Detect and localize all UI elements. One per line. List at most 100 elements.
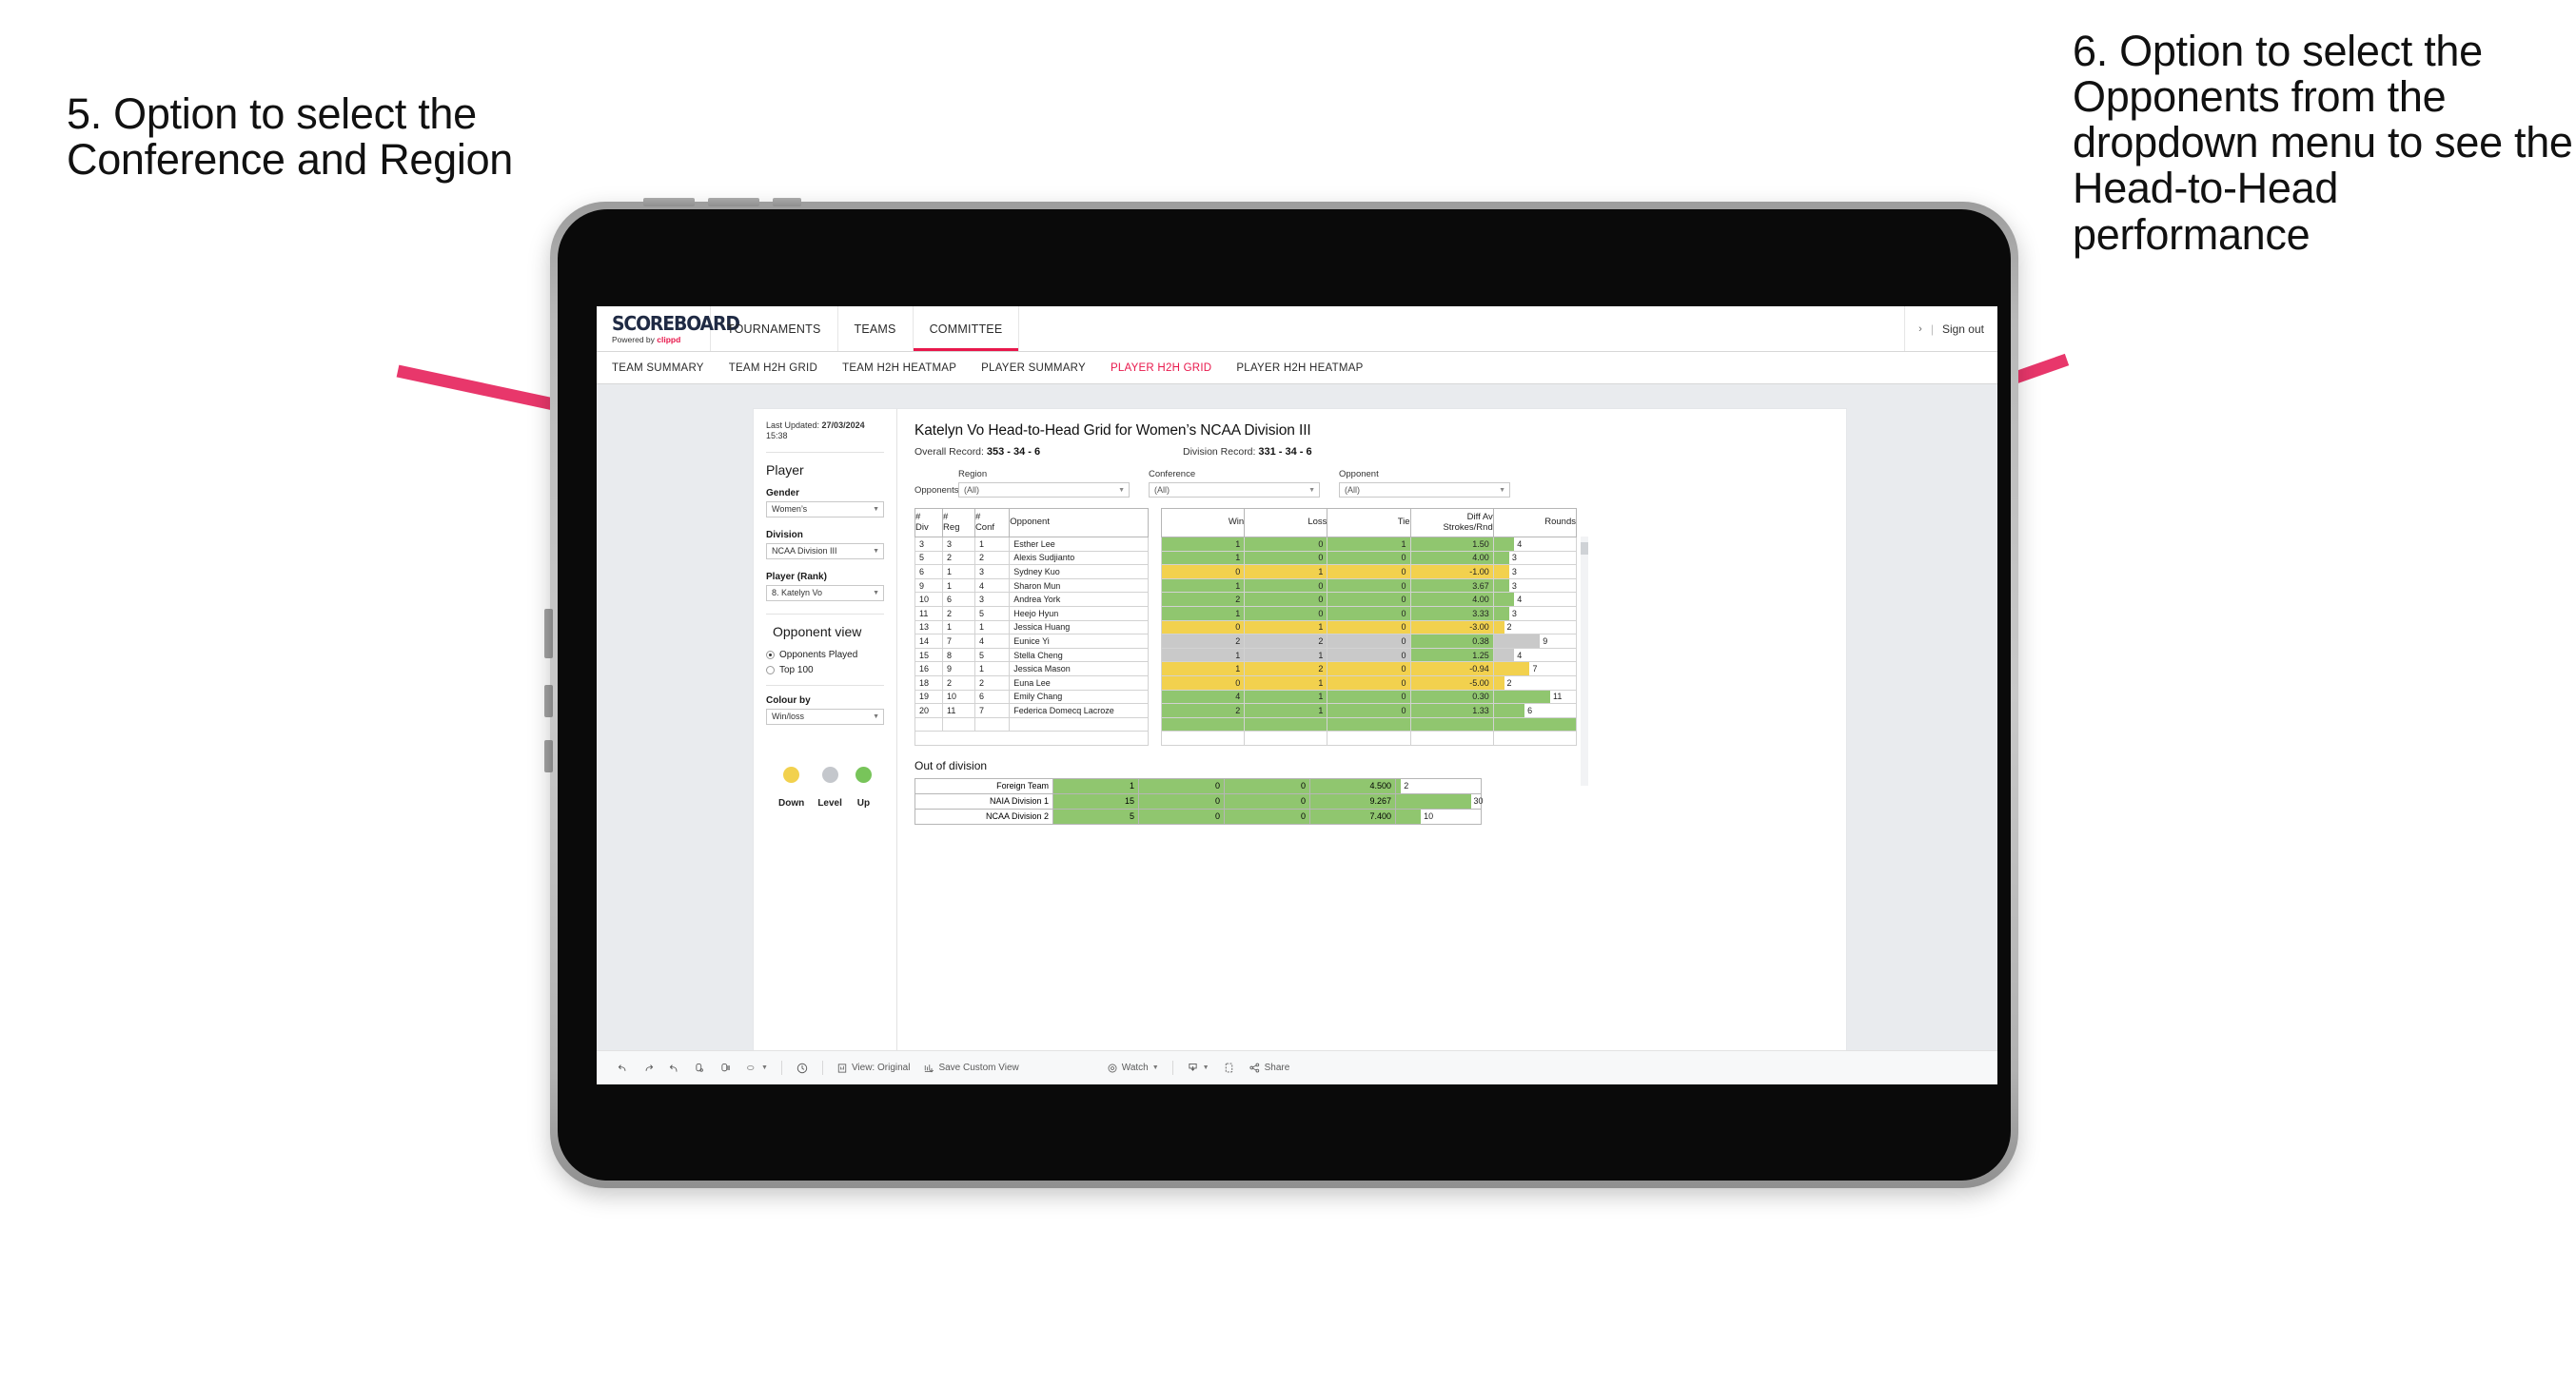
filter-region-select[interactable]: (All) ▼: [958, 482, 1130, 498]
watch-button[interactable]: Watch ▼: [1100, 1063, 1166, 1074]
sign-out-link[interactable]: Sign out: [1942, 322, 1984, 336]
filter-conference: Conference (All) ▼: [1149, 469, 1320, 498]
nav-item-committee[interactable]: COMMITTEE: [913, 306, 1020, 351]
toolbar-divider-1: [780, 1061, 782, 1075]
table-scrollbar-track[interactable]: [1581, 537, 1588, 786]
revert-button[interactable]: [661, 1062, 687, 1074]
filter-colour-by: Colour by Win/loss ▼: [766, 695, 884, 725]
out-of-division-row[interactable]: NCAA Division 2 5 0 0 7.400 10: [914, 808, 1482, 825]
table-row[interactable]: 16 9 1 Jessica Mason 1 2 0 -0.94 7: [914, 661, 1578, 676]
cell-div: 11: [914, 605, 944, 621]
cell-tie: 0: [1327, 661, 1411, 676]
cell-ood-diff: 4.500: [1309, 777, 1396, 794]
refresh-button[interactable]: [687, 1062, 713, 1074]
cell-clipped: [1244, 716, 1328, 732]
radio-opponents-played[interactable]: Opponents Played: [766, 650, 884, 660]
pause-auto-update-button[interactable]: [789, 1062, 816, 1075]
cell-win: 0: [1161, 619, 1246, 635]
cell-win: 1: [1161, 577, 1246, 594]
table-row[interactable]: 3 3 1 Esther Lee 1 0 1 1.50 4: [914, 537, 1578, 552]
table-row[interactable]: 20 11 7 Federica Domecq Lacroze 2 1 0 1.33 6: [914, 703, 1578, 718]
filter-region-label: Region: [958, 469, 988, 479]
cell-clipped: [1148, 717, 1162, 732]
cell-loss: 0: [1244, 605, 1328, 621]
cell-rounds-value: 3: [1511, 553, 1517, 563]
overall-record-label: Overall Record:: [914, 446, 987, 458]
tab-team-h2h-grid[interactable]: TEAM H2H GRID: [729, 362, 817, 374]
col-header-gap: [1148, 508, 1162, 537]
table-empty-filler: [914, 731, 1578, 746]
filter-opponent-value: (All): [1345, 485, 1360, 495]
cell-diff: 4.00: [1409, 592, 1494, 607]
cell-div: 13: [914, 619, 944, 635]
tablet-side-button-1: [544, 609, 553, 658]
filter-conference-value: (All): [1154, 485, 1170, 495]
cell-reg: 3: [942, 537, 975, 552]
out-of-division-row[interactable]: NAIA Division 1 15 0 0 9.267 30: [914, 792, 1484, 810]
sidebar-heading-player: Player: [766, 461, 804, 478]
undo-button[interactable]: [610, 1062, 636, 1074]
cell-gap: [1148, 690, 1162, 704]
share-button[interactable]: Share: [1242, 1062, 1297, 1074]
filter-player-rank-select[interactable]: 8. Katelyn Vo ▼: [766, 584, 884, 601]
page-title: Katelyn Vo Head-to-Head Grid for Women’s…: [914, 422, 1311, 439]
col-header-tie: Tie: [1327, 508, 1411, 537]
cell-loss: 1: [1244, 647, 1328, 663]
table-row[interactable]: 18 2 2 Euna Lee 0 1 0 -5.00 2: [914, 674, 1578, 691]
tab-team-h2h-heatmap[interactable]: TEAM H2H HEATMAP: [842, 362, 956, 374]
tab-player-summary[interactable]: PLAYER SUMMARY: [981, 362, 1086, 374]
table-row[interactable]: 9 1 4 Sharon Mun 1 0 0 3.67 3: [914, 577, 1578, 594]
h2h-table: # Div # Reg # Conf Opponent Win Loss Tie Di…: [914, 508, 1578, 746]
table-row[interactable]: 10 6 3 Andrea York 2 0 0 4.00 4: [914, 592, 1578, 607]
table-row[interactable]: 11 2 5 Heejo Hyun 1 0 0 3.33 3: [914, 605, 1578, 621]
cell-ood-diff: 9.267: [1309, 792, 1396, 810]
out-of-division-title: Out of division: [914, 758, 988, 772]
save-custom-view-label: Save Custom View: [938, 1063, 1019, 1073]
cell-rounds-value: 6: [1527, 705, 1533, 715]
filter-gender-select[interactable]: Women’s ▼: [766, 500, 884, 517]
cell-win: 1: [1161, 647, 1246, 663]
tab-player-h2h-grid[interactable]: PLAYER H2H GRID: [1111, 362, 1211, 374]
radio-top-100[interactable]: Top 100: [766, 665, 884, 675]
filter-conference-select[interactable]: (All) ▼: [1149, 482, 1320, 498]
table-row[interactable]: 14 7 4 Eunice Yi 2 2 0 0.38 9: [914, 634, 1578, 649]
filter-division-select[interactable]: NCAA Division III ▼: [766, 542, 884, 559]
nav-item-teams[interactable]: TEAMS: [838, 306, 914, 351]
filter-colour-by-select[interactable]: Win/loss ▼: [766, 708, 884, 725]
table-row[interactable]: 13 1 1 Jessica Huang 0 1 0 -3.00 2: [914, 619, 1578, 635]
tab-player-h2h-heatmap[interactable]: PLAYER H2H HEATMAP: [1236, 362, 1363, 374]
cell-div: 20: [914, 703, 944, 718]
last-updated-time: 15:38: [766, 431, 788, 441]
table-row[interactable]: 19 10 6 Emily Chang 4 1 0 0.30 11: [914, 689, 1578, 705]
fullscreen-button[interactable]: [1216, 1062, 1242, 1074]
chevron-right-icon[interactable]: ›: [1918, 323, 1922, 335]
cell-loss: 1: [1244, 674, 1328, 691]
filter-colour-by-label: Colour by: [766, 694, 811, 706]
pause-updates-button[interactable]: [713, 1062, 738, 1074]
filter-opponent-select[interactable]: (All) ▼: [1339, 482, 1510, 498]
nav-item-tournaments[interactable]: TOURNAMENTS: [711, 306, 838, 351]
cell-ood-rounds-value: 30: [1473, 796, 1484, 807]
cell-opponent: Heejo Hyun: [1009, 605, 1149, 621]
table-row[interactable]: 5 2 2 Alexis Sudjianto 1 0 0 4.00 3: [914, 550, 1578, 566]
app-logo[interactable]: SCOREBOARD Powered by clippd: [597, 306, 740, 351]
main-panel: Katelyn Vo Head-to-Head Grid for Women’s…: [897, 409, 1846, 1075]
cell-loss: 0: [1244, 537, 1328, 552]
download-button[interactable]: ▼: [1180, 1062, 1216, 1074]
out-of-division-row[interactable]: Foreign Team 1 0 0 4.500 2: [914, 777, 1482, 794]
cell-win: 1: [1161, 537, 1246, 552]
cell-reg: 2: [942, 550, 975, 566]
tab-team-summary[interactable]: TEAM SUMMARY: [612, 362, 704, 374]
table-row[interactable]: 6 1 3 Sydney Kuo 0 1 0 -1.00 3: [914, 564, 1578, 579]
chevron-down-icon: ▼: [1118, 486, 1125, 494]
table-row[interactable]: 15 8 5 Stella Cheng 1 1 0 1.25 4: [914, 647, 1578, 663]
view-original-button[interactable]: View: Original: [830, 1063, 917, 1074]
col-header-reg: # Reg: [942, 508, 975, 537]
cell-ood-name: NCAA Division 2: [914, 808, 1053, 825]
cell-rounds: 3: [1492, 577, 1578, 594]
highlight-button[interactable]: ▼: [738, 1062, 775, 1074]
cell-div: 9: [914, 577, 944, 594]
table-scrollbar-thumb[interactable]: [1581, 542, 1588, 555]
redo-button[interactable]: [636, 1062, 661, 1074]
save-custom-view-button[interactable]: Save Custom View: [916, 1063, 1025, 1074]
